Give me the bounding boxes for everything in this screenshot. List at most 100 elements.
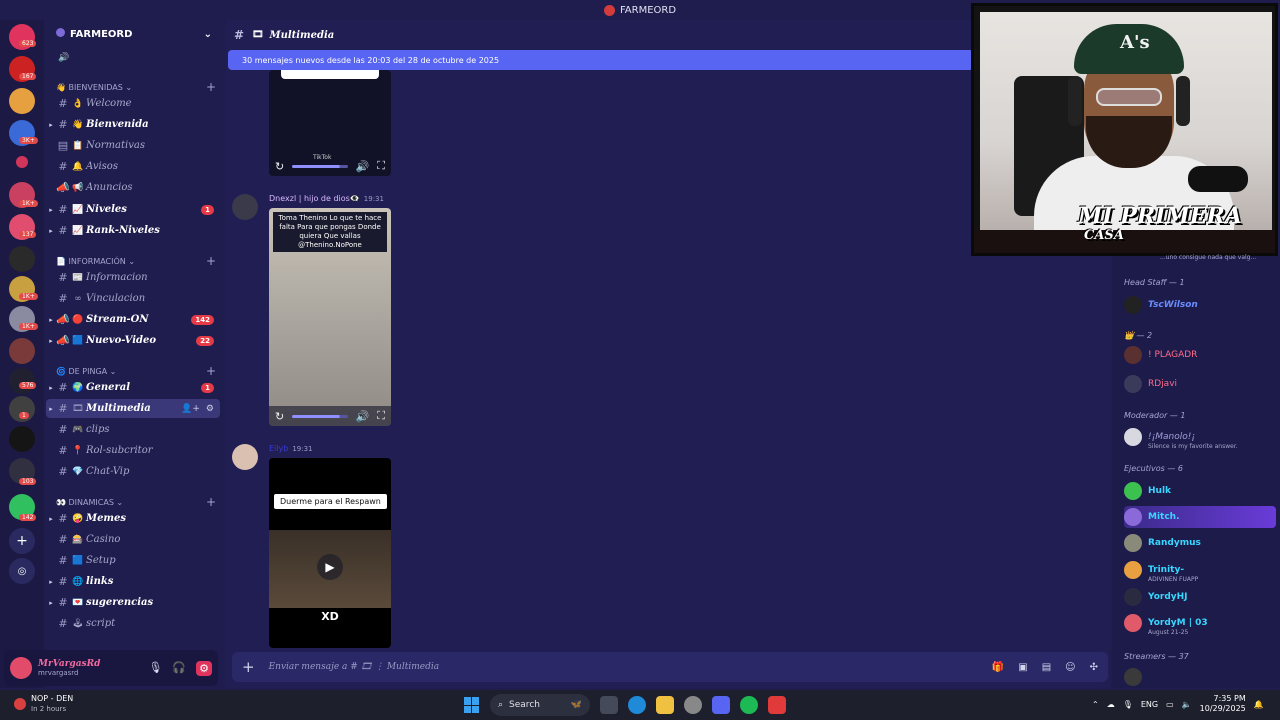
edge-icon[interactable]: [628, 696, 646, 714]
member-item[interactable]: Trinity- ADIVINEN FUAPP: [1124, 559, 1276, 583]
discover-icon[interactable]: ◎: [9, 558, 35, 584]
cloud-icon[interactable]: ☁: [1107, 700, 1115, 709]
channel-chat-vip[interactable]: # 💎 Chat-Vip: [46, 462, 220, 481]
notification-icon[interactable]: 🔔: [1254, 700, 1264, 709]
guild-header[interactable]: FARMEORD ⌄: [44, 20, 224, 48]
video-embed[interactable]: Duerme para el Respawn ▶ XD: [269, 458, 391, 648]
member-item[interactable]: Mitch.: [1124, 506, 1276, 528]
volume-icon[interactable]: 🔊: [356, 160, 370, 173]
play-icon[interactable]: ▶: [317, 554, 343, 580]
channel-nuevo-video[interactable]: ▸ 📣 🟦 Nuevo-Video 22: [46, 331, 220, 350]
clock[interactable]: 7:35 PM 10/29/2025: [1200, 694, 1246, 714]
add-attachment-icon[interactable]: +: [242, 658, 255, 676]
video-progress[interactable]: [292, 164, 348, 168]
channel-niveles[interactable]: ▸ # 📈 Niveles 1: [46, 200, 220, 219]
member-item[interactable]: YordyM | 03 August 21-25: [1124, 612, 1276, 636]
avatar[interactable]: [232, 194, 258, 220]
add-server-icon[interactable]: +: [9, 528, 35, 554]
server-icon[interactable]: [9, 368, 35, 394]
fullscreen-icon[interactable]: ⛶: [377, 409, 385, 423]
channel-informacion[interactable]: # 📰 Informacion: [46, 268, 220, 287]
message-author[interactable]: Eilyb: [269, 444, 288, 453]
microphone-icon[interactable]: 🎙: [148, 661, 162, 676]
member-item[interactable]: [1124, 666, 1276, 688]
sticker-icon[interactable]: ▤: [1042, 662, 1051, 673]
headphones-icon[interactable]: 🎧: [172, 661, 186, 676]
member-item[interactable]: TscWilson: [1124, 294, 1276, 316]
member-item[interactable]: Hulk: [1124, 480, 1276, 502]
app-icon[interactable]: [768, 696, 786, 714]
channel-anuncios[interactable]: 📣 📢 Anuncios: [46, 178, 220, 197]
channel-rol-subcritor[interactable]: # 📍 Rol-subcritor: [46, 441, 220, 460]
category-bienvenidas[interactable]: 👋 BIENVENIDAS ⌄ +: [56, 80, 216, 94]
member-item[interactable]: !¡Manolo!¡ Silence is my favorite answer.: [1124, 426, 1276, 450]
message-author[interactable]: Dnexzl | hijo de dios👁‍🗨: [269, 194, 360, 203]
server-icon[interactable]: [9, 246, 35, 272]
emoji-icon[interactable]: ☺: [1065, 662, 1075, 673]
channel-vinculacion[interactable]: # ∞ Vinculacion: [46, 289, 220, 308]
microphone-icon[interactable]: 🎙: [1123, 700, 1133, 709]
new-messages-banner[interactable]: 30 mensajes nuevos desde las 20:03 del 2…: [228, 50, 974, 70]
member-item[interactable]: Randymus: [1124, 532, 1276, 554]
channel-script[interactable]: # 🕹 script: [46, 614, 220, 633]
add-channel-icon[interactable]: +: [206, 80, 216, 94]
file-explorer-icon[interactable]: [656, 696, 674, 714]
channel-sugerencias[interactable]: ▸ # 💌 sugerencias: [46, 593, 220, 612]
add-channel-icon[interactable]: +: [206, 254, 216, 268]
channel-normativas[interactable]: ▤ 📋 Normativas: [46, 136, 220, 155]
gear-icon[interactable]: ⚙: [206, 404, 214, 414]
replay-icon[interactable]: ↻: [275, 160, 284, 173]
member-item[interactable]: ! PLAGADR: [1124, 344, 1276, 366]
video-progress[interactable]: [292, 414, 348, 418]
channel-setup[interactable]: # 🟦 Setup: [46, 551, 220, 570]
windows-start-icon[interactable]: [464, 697, 480, 713]
avatar[interactable]: [232, 444, 258, 470]
chevron-up-icon[interactable]: ⌃: [1092, 700, 1099, 709]
channel-stream-on[interactable]: ▸ 📣 🔴 Stream-ON 142: [46, 310, 220, 329]
fullscreen-icon[interactable]: ⛶: [377, 159, 385, 173]
video-embed[interactable]: TikTok ↻ 🔊 ⛶: [269, 70, 391, 176]
category-dinamicas[interactable]: 👀 DINAMICAS ⌄ +: [56, 495, 216, 509]
gift-icon[interactable]: 🎁: [992, 662, 1004, 673]
category-informacion[interactable]: 📄 INFORMACIÓN ⌄ +: [56, 254, 216, 268]
gif-icon[interactable]: ▣: [1018, 662, 1027, 673]
task-view-icon[interactable]: [600, 696, 618, 714]
chevron-down-icon[interactable]: ⌄: [204, 29, 212, 40]
spotify-icon[interactable]: [740, 696, 758, 714]
volume-icon[interactable]: 🔊: [356, 410, 370, 423]
server-icon[interactable]: [9, 338, 35, 364]
language-indicator[interactable]: ENG: [1141, 700, 1158, 709]
add-channel-icon[interactable]: +: [206, 364, 216, 378]
add-channel-icon[interactable]: +: [206, 495, 216, 509]
invite-icon[interactable]: 👤+: [181, 404, 200, 414]
channel-bienvenida[interactable]: ▸ # 👋 Bienvenida: [46, 115, 220, 134]
chrome-icon[interactable]: [684, 696, 702, 714]
taskbar-search[interactable]: ⌕ Search 🦋: [490, 694, 590, 716]
category-de-pinga[interactable]: 🌀 DE PINGA ⌄ +: [56, 364, 216, 378]
server-icon[interactable]: [16, 156, 28, 168]
video-embed[interactable]: Toma Thenino Lo que te hace falta Para q…: [269, 208, 391, 426]
channel-links[interactable]: ▸ # 🌐 links: [46, 572, 220, 591]
server-icon[interactable]: [9, 426, 35, 452]
server-icon[interactable]: [9, 88, 35, 114]
channel-clips[interactable]: # 🎮 clips: [46, 420, 220, 439]
composer-placeholder[interactable]: Enviar mensaje a # 🎞 ⋮ Multimedia: [269, 662, 440, 672]
channel-multimedia[interactable]: ▸ # 🎞 Multimedia 👤+ ⚙: [46, 399, 220, 418]
channel-avisos[interactable]: # 🔔 Avisos: [46, 157, 220, 176]
member-item[interactable]: YordyHJ: [1124, 586, 1276, 608]
network-icon[interactable]: ▭: [1166, 700, 1174, 709]
channel-memes[interactable]: ▸ # 🤪 Memes: [46, 509, 220, 528]
discord-icon[interactable]: [712, 696, 730, 714]
message-composer[interactable]: + Enviar mensaje a # 🎞 ⋮ Multimedia 🎁 ▣ …: [232, 652, 1108, 682]
avatar[interactable]: [10, 657, 32, 679]
replay-icon[interactable]: ↻: [275, 410, 284, 423]
channel-item[interactable]: 🔊: [46, 48, 220, 67]
apps-icon[interactable]: ✣: [1090, 662, 1098, 673]
volume-icon[interactable]: 🔈: [1182, 700, 1192, 709]
member-item[interactable]: RDjavi: [1124, 373, 1276, 395]
gear-icon[interactable]: ⚙: [196, 660, 212, 676]
weather-widget[interactable]: NOP - DEN In 2 hours: [14, 694, 73, 714]
channel-welcome[interactable]: # 👌 Welcome: [46, 94, 220, 113]
channel-casino[interactable]: # 🎰 Casino: [46, 530, 220, 549]
channel-general[interactable]: ▸ # 🌍 General 1: [46, 378, 220, 397]
